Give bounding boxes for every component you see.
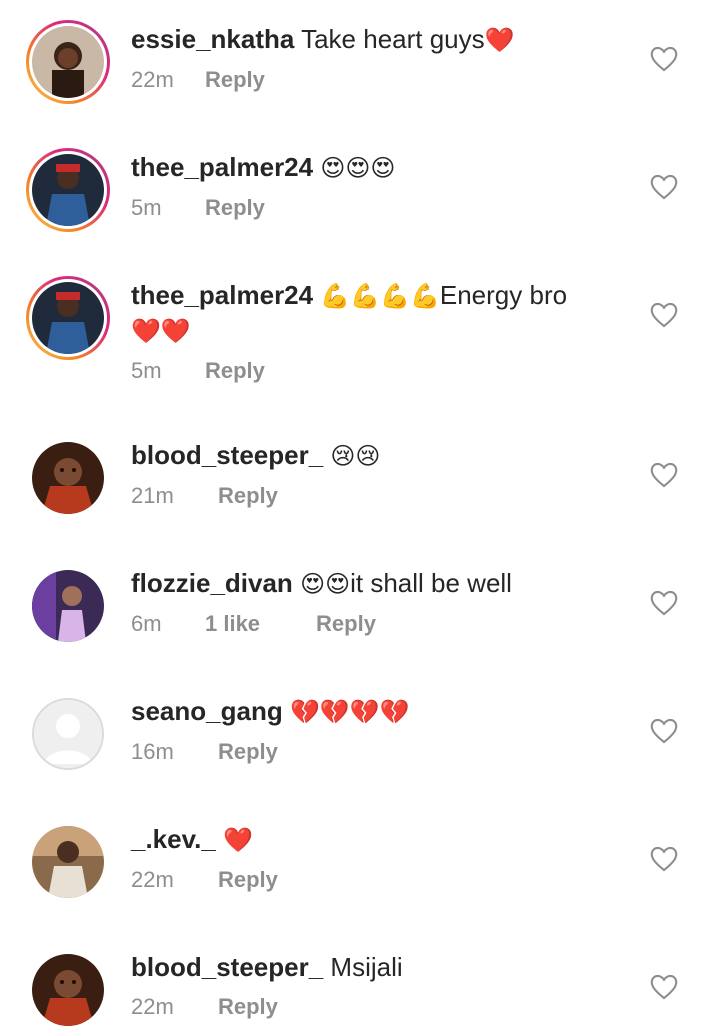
comment-time: 16m <box>131 739 174 764</box>
comment-username[interactable]: flozzie_divan <box>131 568 293 598</box>
avatar <box>32 442 104 514</box>
avatar-story-ring[interactable] <box>26 148 110 232</box>
avatar-wrapper[interactable] <box>26 436 110 520</box>
comment-time: 6m <box>131 611 162 636</box>
heart-outline-icon[interactable] <box>650 974 678 1000</box>
avatar-wrapper[interactable] <box>26 820 110 904</box>
avatar-wrapper[interactable] <box>26 948 110 1032</box>
avatar <box>32 26 104 98</box>
comment-time: 5m <box>131 195 162 220</box>
comment-username[interactable]: essie_nkatha <box>131 24 294 54</box>
comment-username[interactable]: thee_palmer24 <box>131 152 313 182</box>
heart-outline-icon[interactable] <box>650 174 678 200</box>
avatar-story-ring[interactable] <box>26 20 110 104</box>
heart-outline-icon[interactable] <box>650 46 678 72</box>
comment-time: 22m <box>131 67 174 92</box>
heart-outline-icon[interactable] <box>650 846 678 872</box>
comment-emoji: 💪💪💪💪 <box>320 282 440 310</box>
avatar-wrapper[interactable] <box>26 564 110 648</box>
comment-time: 22m <box>131 867 174 892</box>
avatar-wrapper[interactable] <box>26 692 110 776</box>
comment-emoji: 😢😢 <box>330 442 381 470</box>
heart-outline-icon[interactable] <box>650 302 678 328</box>
reply-button[interactable]: Reply <box>218 865 278 895</box>
comment-username[interactable]: blood_steeper_ <box>131 952 323 982</box>
comment-username[interactable]: blood_steeper_ <box>131 440 323 470</box>
comment-emoji: 💔💔💔💔 <box>289 698 410 726</box>
comment-text: Take heart guys <box>301 24 485 54</box>
reply-button[interactable]: Reply <box>218 481 278 511</box>
reply-button[interactable]: Reply <box>205 65 265 95</box>
avatar <box>32 154 104 226</box>
avatar <box>32 570 104 642</box>
reply-button[interactable]: Reply <box>205 356 265 386</box>
comment-text: Energy bro <box>439 280 568 310</box>
comment-emoji: ❤️ <box>484 26 515 54</box>
avatar <box>32 282 104 354</box>
avatar <box>32 826 104 898</box>
reply-button[interactable]: Reply <box>218 992 278 1022</box>
comment-time: 5m <box>131 358 162 383</box>
comment-time: 22m <box>131 994 174 1019</box>
comment-time: 21m <box>131 483 174 508</box>
comment-emoji: ❤️ <box>223 826 253 854</box>
comment-username[interactable]: thee_palmer24 <box>131 280 313 310</box>
comment-username[interactable]: seano_gang <box>131 696 283 726</box>
avatar <box>32 954 104 1026</box>
comment-text: it shall be well <box>350 568 512 598</box>
heart-outline-icon[interactable] <box>650 462 678 488</box>
avatar-placeholder <box>32 698 104 770</box>
comment-text: Msijali <box>330 952 403 982</box>
comment-emoji: 😍😍😍 <box>320 154 396 182</box>
comment-likes[interactable]: 1 like <box>205 609 260 639</box>
comment-emoji: 😍😍 <box>300 570 351 598</box>
heart-outline-icon[interactable] <box>650 590 678 616</box>
avatar-story-ring[interactable] <box>26 276 110 360</box>
reply-button[interactable]: Reply <box>218 737 278 767</box>
heart-outline-icon[interactable] <box>650 718 678 744</box>
reply-button[interactable]: Reply <box>205 193 265 223</box>
comment-emoji: ❤️❤️ <box>131 317 191 345</box>
comment-username[interactable]: _.kev._ <box>131 824 216 854</box>
reply-button[interactable]: Reply <box>316 609 376 639</box>
